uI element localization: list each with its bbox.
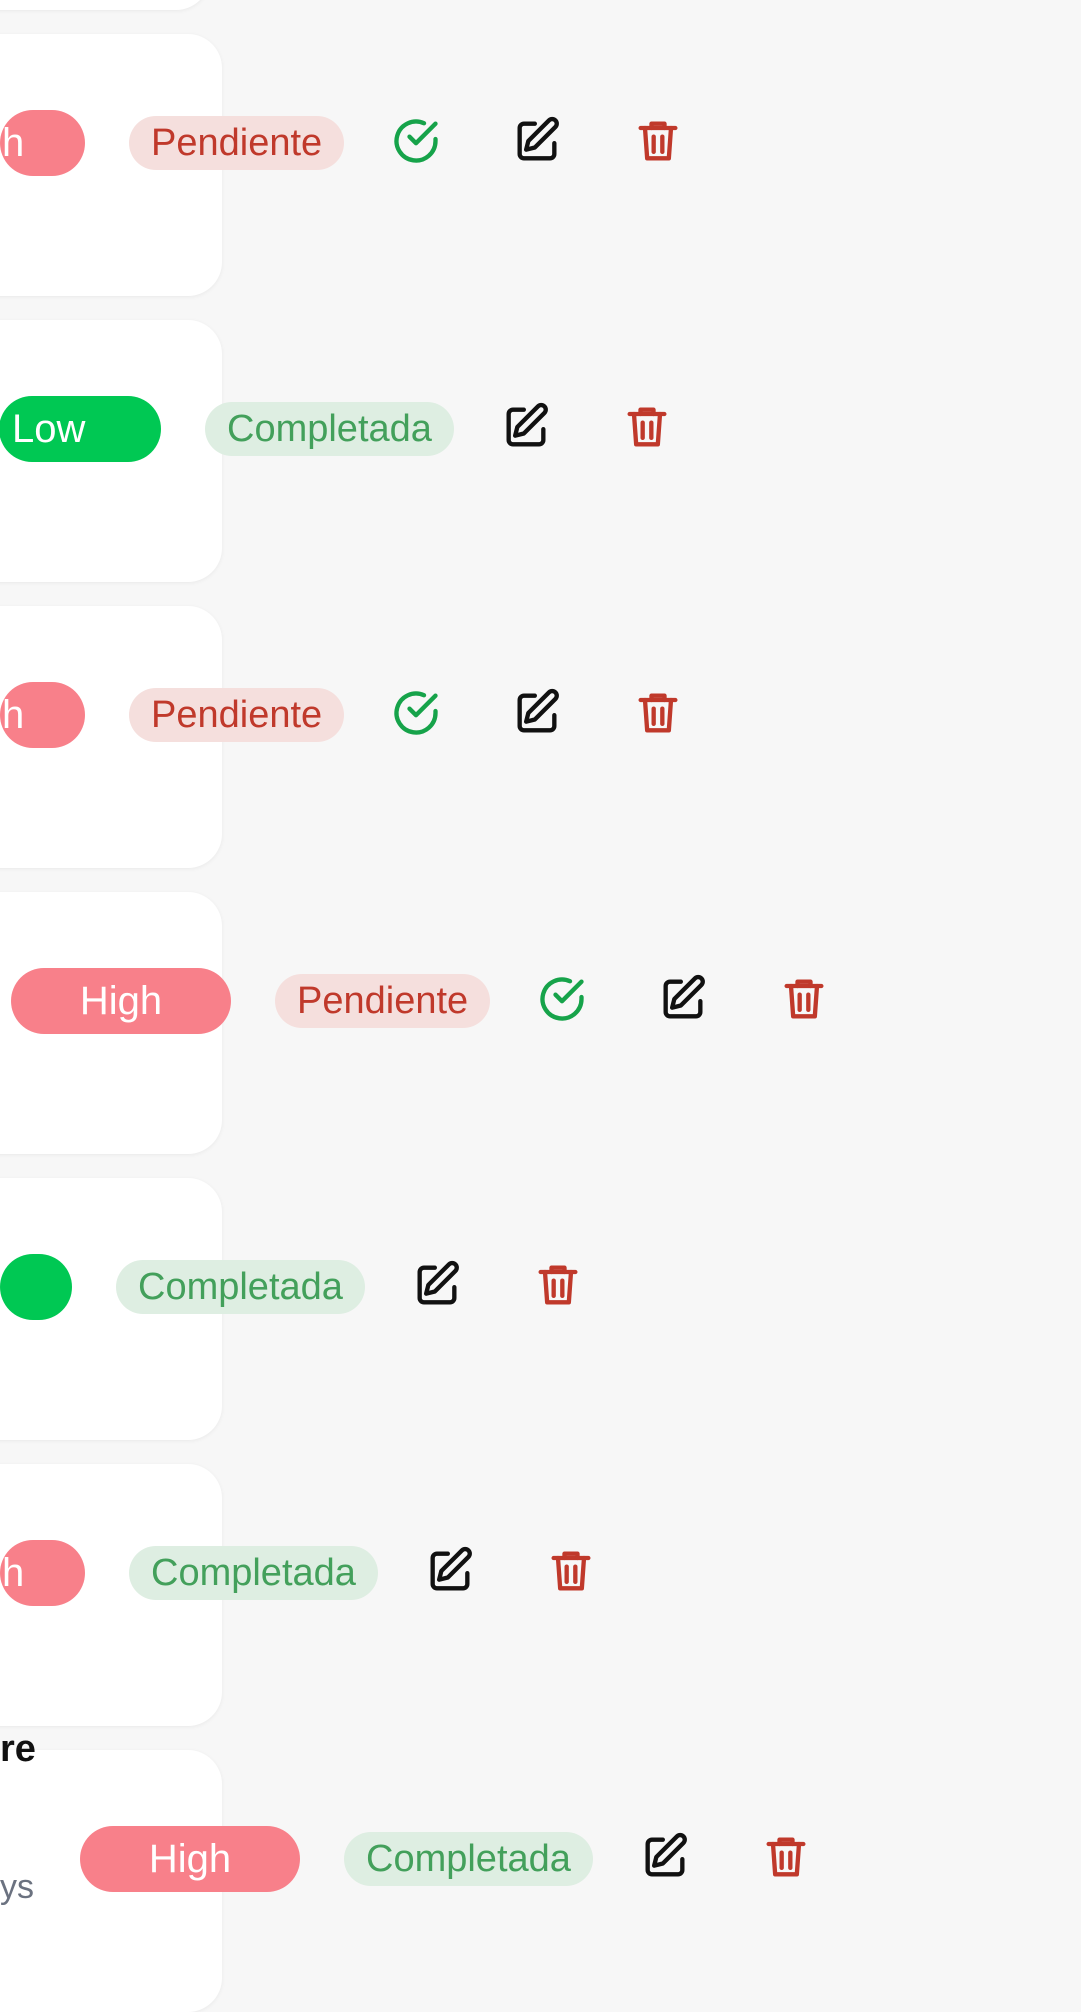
task-row: h Pendiente <box>0 110 684 176</box>
task-row: High Pendiente <box>0 968 830 1034</box>
edit-icon <box>424 1545 476 1602</box>
delete-button[interactable] <box>778 975 830 1027</box>
trash-icon <box>778 973 830 1030</box>
priority-badge: High <box>80 1826 300 1892</box>
task-row: h Pendiente <box>0 682 684 748</box>
trash-icon <box>632 115 684 172</box>
edit-button[interactable] <box>511 115 563 172</box>
edit-icon <box>500 401 552 458</box>
task-title: re <box>0 1728 36 1770</box>
status-badge: Pendiente <box>275 974 491 1028</box>
check-circle-icon <box>390 687 442 744</box>
edit-icon <box>657 973 709 1030</box>
delete-button[interactable] <box>760 1833 812 1885</box>
status-badge: Completada <box>129 1546 378 1600</box>
trash-icon <box>532 1259 584 1316</box>
task-row: Completada <box>0 1254 584 1320</box>
priority-badge: h <box>0 682 85 748</box>
edit-button[interactable] <box>411 1259 463 1316</box>
edit-button[interactable] <box>500 401 552 458</box>
edit-button[interactable] <box>424 1545 476 1602</box>
status-badge: Completada <box>116 1260 365 1314</box>
delete-button[interactable] <box>632 117 684 169</box>
task-row: Low Completada <box>0 396 673 462</box>
check-circle-icon <box>390 115 442 172</box>
delete-button[interactable] <box>621 403 673 455</box>
delete-button[interactable] <box>632 689 684 741</box>
priority-badge <box>0 1254 72 1320</box>
status-badge: Completada <box>205 402 454 456</box>
task-row: h Completada <box>0 1540 597 1606</box>
delete-button[interactable] <box>532 1261 584 1313</box>
edit-button[interactable] <box>511 687 563 744</box>
delete-button[interactable] <box>545 1547 597 1599</box>
trash-icon <box>545 1545 597 1602</box>
priority-badge: Low <box>0 396 161 462</box>
status-badge: Pendiente <box>129 688 345 742</box>
task-card <box>0 0 210 10</box>
trash-icon <box>760 1831 812 1888</box>
priority-badge: High <box>11 968 231 1034</box>
complete-button[interactable] <box>536 975 588 1027</box>
trash-icon <box>632 687 684 744</box>
edit-button[interactable] <box>657 973 709 1030</box>
complete-button[interactable] <box>390 689 442 741</box>
status-badge: Completada <box>344 1832 593 1886</box>
priority-badge: h <box>0 110 85 176</box>
task-row: High Completada <box>0 1826 812 1892</box>
complete-button[interactable] <box>390 117 442 169</box>
status-badge: Pendiente <box>129 116 345 170</box>
priority-badge: h <box>0 1540 85 1606</box>
edit-button[interactable] <box>639 1831 691 1888</box>
check-circle-icon <box>536 973 588 1030</box>
trash-icon <box>621 401 673 458</box>
edit-icon <box>639 1831 691 1888</box>
edit-icon <box>511 115 563 172</box>
edit-icon <box>411 1259 463 1316</box>
edit-icon <box>511 687 563 744</box>
